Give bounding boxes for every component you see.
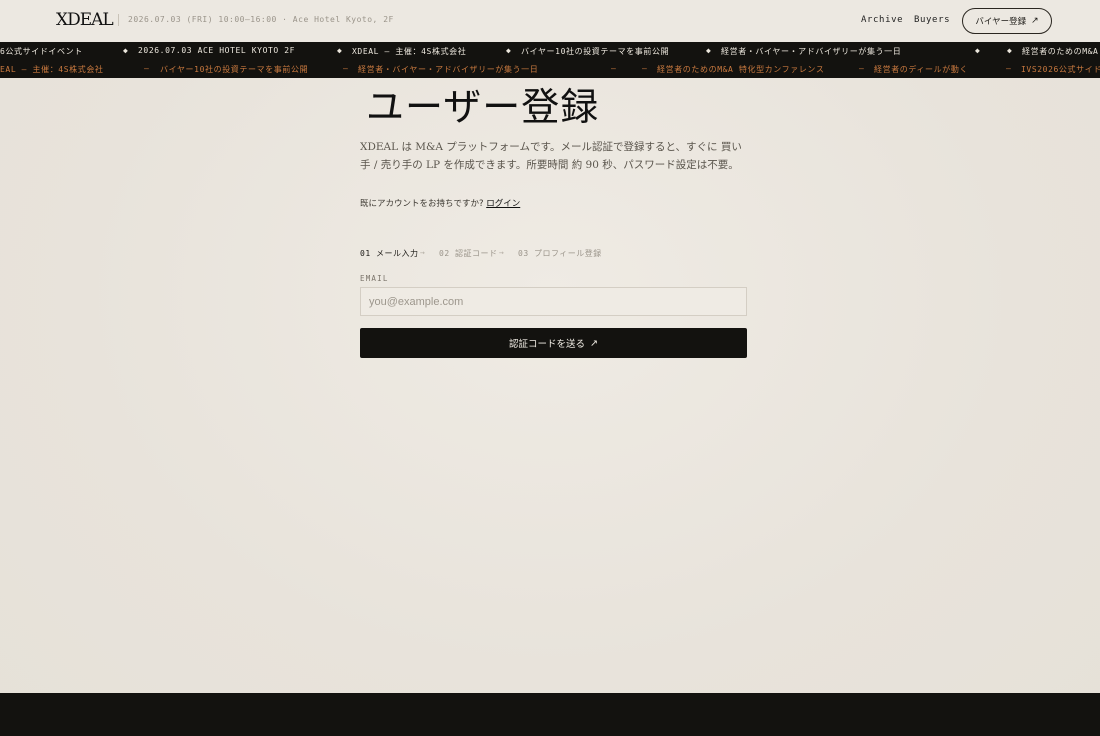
ticker-item: 6公式サイドイベント bbox=[0, 47, 83, 56]
nav-buyers-link[interactable]: Buyers bbox=[914, 15, 950, 25]
xdeal-logo[interactable]: XDEAL bbox=[56, 10, 114, 30]
step-email: 01 メール入力 bbox=[360, 249, 419, 258]
send-code-label: 認証コードを送る bbox=[509, 339, 586, 350]
login-prompt-line: 既にアカウントをお持ちですか? ログイン bbox=[360, 197, 520, 209]
arrow-up-right-icon: ↗ bbox=[1031, 16, 1039, 26]
ticker-item: EAL — 主催：4S株式会社 bbox=[0, 65, 104, 74]
header-divider bbox=[118, 14, 119, 26]
ticker-item: バイヤー10社の投資テーマを事前公開 bbox=[160, 65, 309, 74]
buyer-register-button[interactable]: バイヤー登録 ↗ bbox=[962, 8, 1052, 34]
diamond-icon: ◆ bbox=[506, 46, 512, 55]
diamond-icon: ◆ bbox=[706, 46, 712, 55]
diamond-icon: ◆ bbox=[337, 46, 343, 55]
step-profile: 03 プロフィール登録 bbox=[518, 249, 602, 258]
ticker-item: バイヤー10社の投資テーマを事前公開 bbox=[521, 47, 670, 56]
diamond-icon: ◆ bbox=[123, 46, 129, 55]
dash-separator: — bbox=[859, 64, 865, 73]
ticker-item: XDEAL — 主催：4S株式会社 bbox=[352, 47, 467, 56]
arrow-up-right-icon: ↗ bbox=[590, 337, 598, 349]
site-header: XDEAL 2026.07.03 (FRI) 10:00–16:00 · Ace… bbox=[0, 0, 1100, 42]
dash-separator: — bbox=[343, 64, 349, 73]
buyer-register-label: バイヤー登録 bbox=[975, 17, 1027, 27]
ticker-item: 経営者・バイヤー・アドバイザリーが集う一日 bbox=[358, 65, 539, 74]
dash-separator: — bbox=[611, 64, 617, 73]
nav-archive-link[interactable]: Archive bbox=[861, 15, 903, 25]
intro-text: XDEAL は M&A プラットフォームです。メール認証で登録すると、すぐに 買… bbox=[360, 141, 742, 171]
ticker-item: 経営者のディールが動く bbox=[874, 65, 969, 74]
arrow-right-icon: → bbox=[420, 248, 426, 257]
site-footer bbox=[0, 693, 1100, 736]
login-link[interactable]: ログイン bbox=[486, 199, 520, 209]
arrow-right-icon: → bbox=[499, 248, 505, 257]
diamond-icon: ◆ bbox=[1007, 46, 1013, 55]
event-info: 2026.07.03 (FRI) 10:00–16:00 · Ace Hotel… bbox=[128, 15, 394, 24]
step-code: 02 認証コード bbox=[439, 249, 498, 258]
ticker-item: 2026.07.03 ACE HOTEL KYOTO 2F bbox=[138, 46, 296, 55]
ticker-item: IVS2026公式サイド bbox=[1021, 65, 1100, 74]
email-label: EMAIL bbox=[360, 274, 389, 283]
dash-separator: — bbox=[144, 64, 150, 73]
ticker-item: 経営者のためのM&A bbox=[1022, 47, 1099, 56]
email-input[interactable] bbox=[360, 287, 747, 316]
page-title: ユーザー登録 bbox=[366, 85, 600, 129]
dash-separator: — bbox=[642, 64, 648, 73]
news-ticker: 6公式サイドイベント ◆ 2026.07.03 ACE HOTEL KYOTO … bbox=[0, 42, 1100, 78]
diamond-icon: ◆ bbox=[975, 46, 981, 55]
dash-separator: — bbox=[1006, 64, 1012, 73]
ticker-item: 経営者・バイヤー・アドバイザリーが集う一日 bbox=[721, 47, 902, 56]
send-code-button[interactable]: 認証コードを送る ↗ bbox=[360, 328, 747, 358]
login-prompt: 既にアカウントをお持ちですか? bbox=[360, 199, 484, 209]
ticker-item: 経営者のためのM&A 特化型カンファレンス bbox=[657, 65, 825, 74]
